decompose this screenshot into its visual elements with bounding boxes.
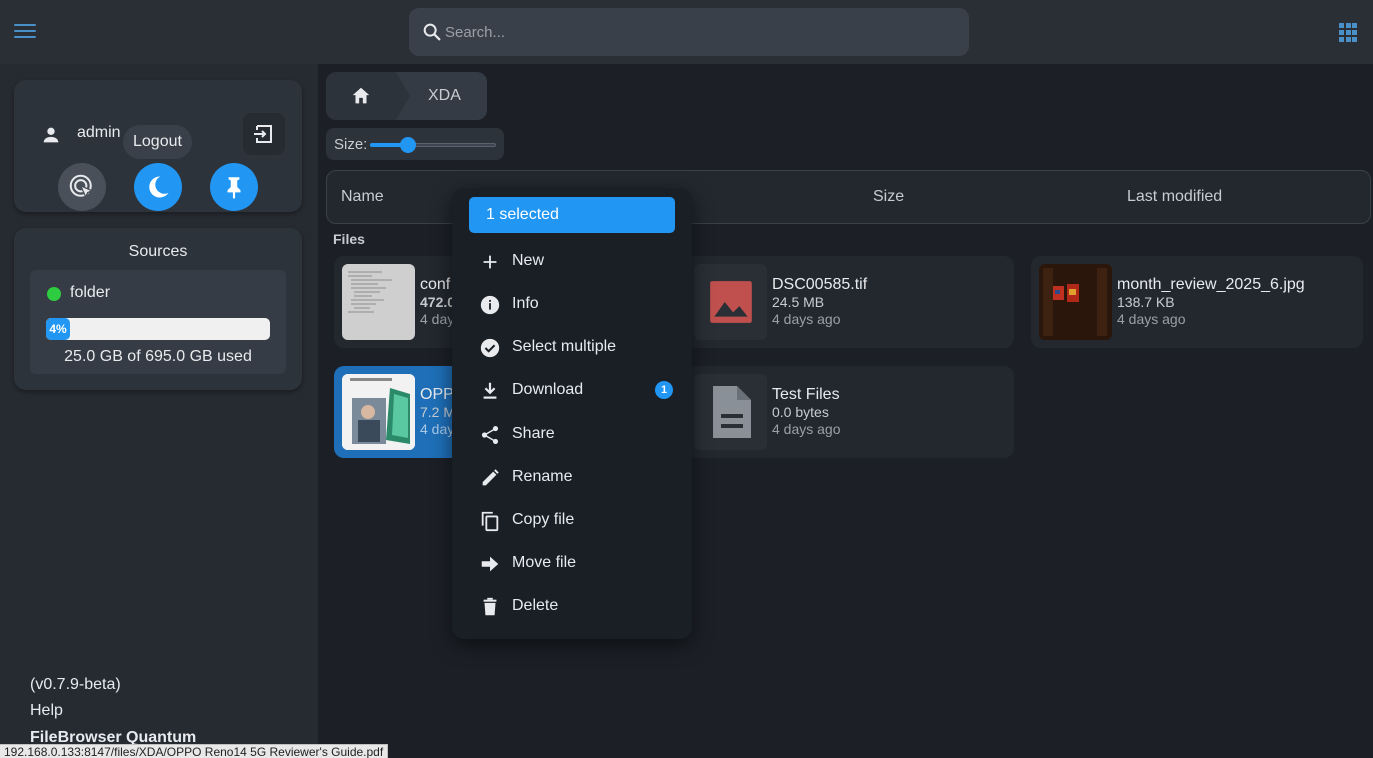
- menu-item-delete[interactable]: Delete: [469, 589, 675, 625]
- size-control: Size:: [326, 128, 504, 160]
- menu-item-move-file[interactable]: Move file: [469, 546, 675, 582]
- file-thumbnail: [694, 264, 767, 340]
- file-name: month_review_2025_6.jpg: [1117, 276, 1305, 293]
- sidebar: admin Logout Sources folder 4% 25.0 GB o…: [0, 64, 318, 758]
- usage-text: 25.0 GB of 695.0 GB used: [64, 348, 252, 365]
- arrow-right-icon: [481, 556, 499, 572]
- breadcrumb-item[interactable]: XDA: [410, 72, 487, 120]
- check-circle-icon: [480, 338, 500, 358]
- column-size[interactable]: Size: [873, 188, 904, 206]
- file-thumbnail: [342, 374, 415, 450]
- username: admin: [77, 124, 121, 141]
- section-files-label: Files: [333, 231, 365, 247]
- file-card[interactable]: Test Files 0.0 bytes 4 days ago: [686, 366, 1014, 458]
- cursor-click-icon: [69, 174, 94, 199]
- file-name: Test Files: [772, 386, 840, 403]
- usage-bar: 4%: [46, 318, 270, 340]
- selection-count: 1 selected: [469, 197, 675, 233]
- size-label: Size:: [334, 136, 368, 153]
- menu-item-download[interactable]: Download 1: [469, 373, 675, 409]
- file-name: DSC00585.tif: [772, 276, 868, 293]
- file-size: 138.7 KB: [1117, 294, 1175, 310]
- trash-icon: [483, 597, 497, 616]
- source-item[interactable]: folder 4% 25.0 GB of 695.0 GB used: [30, 270, 286, 374]
- breadcrumb: XDA: [326, 72, 487, 120]
- file-date: 4 day: [420, 421, 455, 437]
- menu-item-label: Move file: [512, 554, 577, 571]
- image-icon: [709, 281, 752, 323]
- moon-icon: [149, 176, 169, 198]
- menu-item-select-multiple[interactable]: Select multiple: [469, 330, 675, 366]
- status-bar-url: 192.168.0.133:8147/files/XDA/OPPO Reno14…: [0, 744, 389, 758]
- sources-card: Sources folder 4% 25.0 GB of 695.0 GB us…: [14, 228, 302, 390]
- file-name: conf: [420, 276, 451, 293]
- file-thumbnail: [694, 374, 767, 450]
- menu-item-label: Share: [512, 425, 555, 442]
- column-modified[interactable]: Last modified: [1127, 188, 1222, 206]
- view-grid-icon[interactable]: [1339, 23, 1359, 43]
- dark-mode-button[interactable]: [134, 163, 182, 211]
- info-icon: [480, 295, 500, 315]
- download-icon: [483, 382, 497, 399]
- menu-item-label: Download: [512, 381, 584, 398]
- search-input[interactable]: [445, 8, 955, 56]
- menu-item-new[interactable]: New: [469, 244, 675, 280]
- file-size: 7.2 M: [420, 404, 456, 420]
- plus-icon: [483, 255, 497, 269]
- file-date: 4 days ago: [772, 421, 841, 437]
- source-status-dot: [47, 287, 61, 301]
- version-label: (v0.7.9-beta): [30, 676, 121, 693]
- breadcrumb-separator: [396, 72, 410, 120]
- menu-item-share[interactable]: Share: [469, 417, 675, 453]
- pin-sidebar-button[interactable]: [210, 163, 258, 211]
- file-name: OPP: [420, 386, 454, 403]
- logout-icon: [254, 125, 272, 143]
- download-count-badge: 1: [655, 381, 673, 399]
- file-thumbnail: [1039, 264, 1112, 340]
- copy-icon: [481, 511, 499, 532]
- file-date: 4 days ago: [772, 311, 841, 327]
- file-date: 4 days ago: [1117, 311, 1186, 327]
- column-name[interactable]: Name: [341, 188, 384, 206]
- person-icon: [43, 127, 59, 143]
- file-card[interactable]: month_review_2025_6.jpg 138.7 KB 4 days …: [1031, 256, 1363, 348]
- search-icon: [423, 23, 441, 41]
- menu-item-label: Info: [512, 295, 539, 312]
- file-card[interactable]: DSC00585.tif 24.5 MB 4 days ago: [686, 256, 1014, 348]
- menu-item-label: Delete: [512, 597, 559, 614]
- menu-item-label: New: [512, 252, 545, 269]
- menu-item-info[interactable]: Info: [469, 287, 675, 323]
- search-box[interactable]: [409, 8, 969, 56]
- menu-item-label: Rename: [512, 468, 573, 485]
- home-icon: [352, 87, 370, 104]
- size-slider-thumb[interactable]: [399, 137, 416, 153]
- breadcrumb-home[interactable]: [326, 72, 396, 120]
- sources-title: Sources: [128, 243, 188, 260]
- menu-item-rename[interactable]: Rename: [469, 460, 675, 496]
- click-mode-button[interactable]: [58, 163, 106, 211]
- menu-item-label: Copy file: [512, 511, 575, 528]
- context-menu: 1 selected New Info Select multiple Down…: [452, 188, 692, 639]
- pin-icon: [227, 177, 241, 199]
- top-bar: [0, 0, 1373, 64]
- menu-item-copy-file[interactable]: Copy file: [469, 503, 675, 539]
- document-icon: [712, 386, 751, 438]
- menu-icon[interactable]: [14, 20, 38, 44]
- file-size: 24.5 MB: [772, 294, 825, 310]
- source-name: folder: [70, 284, 111, 301]
- share-icon: [481, 426, 499, 444]
- menu-item-label: Select multiple: [512, 338, 617, 355]
- logout-button[interactable]: [243, 113, 285, 155]
- file-size: 0.0 bytes: [772, 404, 829, 420]
- logout-tooltip: Logout: [123, 125, 192, 159]
- help-link[interactable]: Help: [30, 702, 63, 720]
- file-size: 472.0: [420, 294, 456, 310]
- pencil-icon: [482, 469, 499, 486]
- file-thumbnail: [342, 264, 415, 340]
- usage-fill: 4%: [46, 318, 70, 340]
